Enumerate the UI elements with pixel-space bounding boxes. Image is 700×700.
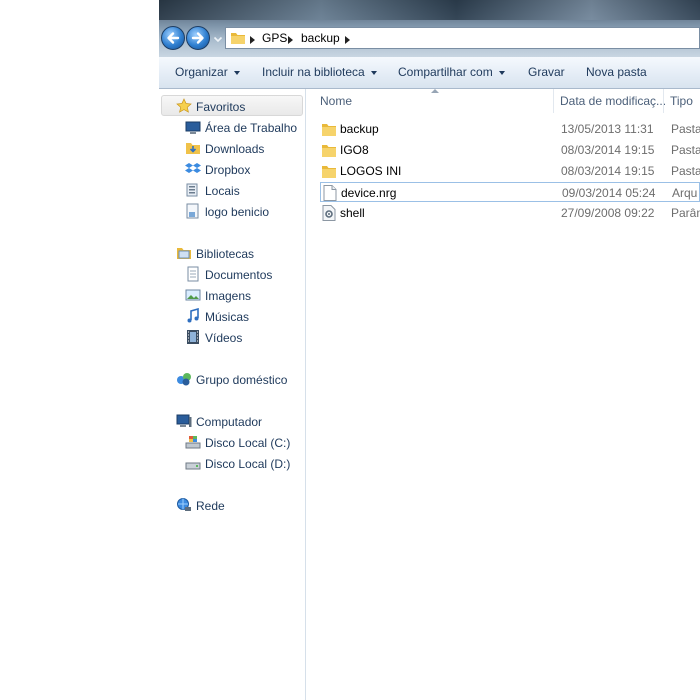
folder-icon <box>322 166 336 178</box>
settings-file-icon <box>322 205 336 221</box>
star-icon <box>176 98 192 113</box>
column-header-name[interactable]: Nome <box>306 89 554 113</box>
column-date-label: Data de modificaç... <box>560 94 667 108</box>
file-date: 08/03/2014 19:15 <box>561 143 655 157</box>
recent-pages-icon[interactable] <box>213 34 223 44</box>
file-row[interactable]: IGO8 08/03/2014 19:15 Pasta <box>320 140 700 160</box>
column-header-type[interactable]: Tipo <box>664 89 700 113</box>
nav-desktop-label: Área de Trabalho <box>205 121 298 135</box>
new-folder-button[interactable]: Nova pasta <box>586 65 647 79</box>
file-row[interactable]: backup 13/05/2013 11:31 Pasta <box>320 119 700 139</box>
file-list: Nome Data de modificaç... Tipo backup 13… <box>306 89 700 700</box>
desktop-icon <box>185 121 201 134</box>
file-date: 09/03/2014 05:24 <box>562 186 656 200</box>
file-date: 27/09/2008 09:22 <box>561 206 655 220</box>
file-name: device.nrg <box>341 186 397 200</box>
file-type: Pasta <box>671 122 700 136</box>
file-name: shell <box>340 206 365 220</box>
nav-videos-label: Vídeos <box>205 331 243 345</box>
document-icon <box>323 185 337 201</box>
organize-button[interactable]: Organizar <box>175 65 240 79</box>
dropbox-icon <box>185 163 201 173</box>
nav-documents-label: Documentos <box>205 268 273 282</box>
computer-icon <box>176 414 192 427</box>
share-label: Compartilhar com <box>398 65 493 79</box>
chevron-down-icon <box>498 70 505 75</box>
nav-favorites-label: Favoritos <box>196 100 246 114</box>
organize-label: Organizar <box>175 65 228 79</box>
nav-logo-benicio-label: logo benicio <box>205 205 270 219</box>
include-library-label: Incluir na biblioteca <box>262 65 365 79</box>
file-row-selected[interactable]: device.nrg 09/03/2014 05:24 Arqu <box>320 182 700 202</box>
nav-drive-d-label: Disco Local (D:) <box>205 457 291 471</box>
file-type: Arqu <box>672 186 698 200</box>
command-bar: Organizar Incluir na biblioteca Comparti… <box>159 57 700 89</box>
pictures-icon <box>185 289 201 301</box>
file-date: 13/05/2013 11:31 <box>561 122 654 136</box>
recent-places-icon <box>186 183 198 197</box>
file-date: 08/03/2014 19:15 <box>561 164 655 178</box>
forward-arrow-icon <box>191 32 204 44</box>
nav-computer-label: Computador <box>196 415 263 429</box>
nav-pictures-label: Imagens <box>205 289 252 303</box>
shortcut-icon <box>186 203 199 219</box>
share-button[interactable]: Compartilhar com <box>398 65 505 79</box>
nav-music-label: Músicas <box>205 310 250 324</box>
file-name: LOGOS INI <box>340 164 402 178</box>
back-button[interactable] <box>161 26 185 50</box>
nav-recent-places-label: Locais <box>205 184 240 198</box>
libraries-icon <box>177 248 191 259</box>
folder-icon <box>322 124 336 136</box>
videos-icon <box>187 330 199 344</box>
back-arrow-icon <box>167 32 180 44</box>
navigation-pane: Favoritos Área de Trabalho Downloads Dro… <box>159 89 306 700</box>
burn-button[interactable]: Gravar <box>528 65 565 79</box>
breadcrumb-separator[interactable] <box>345 36 350 44</box>
forward-button[interactable] <box>186 26 210 50</box>
column-type-label: Tipo <box>670 94 693 108</box>
file-name: IGO8 <box>340 143 369 157</box>
system-drive-icon <box>185 436 201 449</box>
include-library-button[interactable]: Incluir na biblioteca <box>262 65 377 79</box>
nav-libraries-label: Bibliotecas <box>196 247 255 261</box>
nav-homegroup-label: Grupo doméstico <box>196 373 288 387</box>
network-icon <box>177 498 191 511</box>
folder-icon <box>322 145 336 157</box>
downloads-folder-icon <box>186 143 200 154</box>
explorer-window: GPS backup Organizar Incluir na bibliote… <box>159 0 700 700</box>
column-name-label: Nome <box>320 94 353 108</box>
documents-icon <box>187 266 199 282</box>
music-icon <box>187 308 199 323</box>
address-bar[interactable]: GPS backup <box>225 27 700 49</box>
breadcrumb-separator[interactable] <box>250 36 255 44</box>
nav-drive-c-label: Disco Local (C:) <box>205 436 291 450</box>
hard-drive-icon <box>185 462 201 470</box>
file-type: Pasta <box>671 143 700 157</box>
chevron-down-icon <box>233 70 240 75</box>
nav-network-label: Rede <box>196 499 225 513</box>
nav-dropbox-label: Dropbox <box>205 163 251 177</box>
chevron-down-icon <box>370 70 377 75</box>
breadcrumb-gps[interactable]: GPS <box>262 31 287 45</box>
breadcrumb-separator[interactable] <box>288 36 293 44</box>
nav-downloads-label: Downloads <box>205 142 265 156</box>
file-row[interactable]: LOGOS INI 08/03/2014 19:15 Pasta <box>320 161 700 181</box>
file-row[interactable]: shell 27/09/2008 09:22 Parâm <box>320 203 700 223</box>
homegroup-icon <box>177 373 191 386</box>
file-type: Pasta <box>671 164 700 178</box>
file-type: Parâm <box>671 206 700 220</box>
column-header-date[interactable]: Data de modificaç... <box>554 89 667 113</box>
title-glare <box>159 0 700 20</box>
title-bar: GPS backup <box>159 0 700 57</box>
breadcrumb-backup[interactable]: backup <box>301 31 340 45</box>
file-name: backup <box>340 122 379 136</box>
folder-icon <box>231 33 245 44</box>
